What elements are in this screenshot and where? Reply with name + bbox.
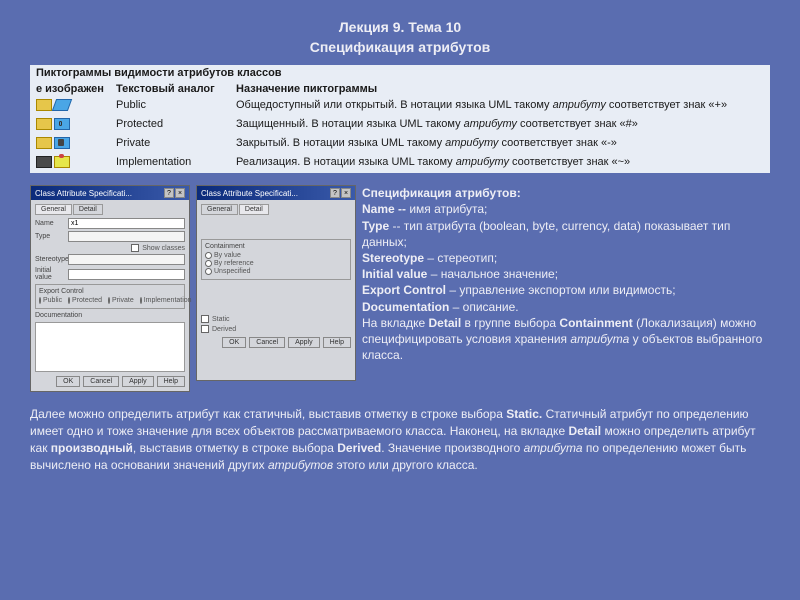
radio-byvalue[interactable] (205, 252, 212, 259)
th-purpose: Назначение пиктограммы (230, 81, 770, 97)
text-analog: Protected (110, 116, 230, 135)
tab-general[interactable]: General (201, 204, 238, 215)
show-classes-checkbox[interactable] (131, 244, 139, 252)
text-analog: Implementation (110, 154, 230, 173)
help-icon[interactable]: ? (164, 188, 174, 198)
close-icon[interactable]: × (175, 188, 185, 198)
purpose-cell: Реализация. В нотации языка UML такому а… (230, 154, 770, 173)
init-label: Initial value (35, 267, 65, 281)
derived-label: Derived (212, 326, 236, 333)
title-line: Спецификация атрибутов (30, 38, 770, 58)
apply-button[interactable]: Apply (288, 337, 320, 348)
text-analog: Public (110, 97, 230, 116)
documentation-label: Documentation (35, 312, 185, 319)
radio-byref[interactable] (205, 260, 212, 267)
dialog-detail: Class Attribute Specificati... ?× Genera… (196, 185, 356, 381)
export-control-group: Export Control Public Protected Private … (35, 284, 185, 309)
show-classes-label: Show classes (142, 245, 185, 252)
name-input[interactable] (68, 218, 185, 229)
cancel-button[interactable]: Cancel (249, 337, 285, 348)
dialog-general: Class Attribute Specificati... ?× Genera… (30, 185, 190, 392)
cancel-button[interactable]: Cancel (83, 376, 119, 387)
ok-button[interactable]: OK (56, 376, 80, 387)
lecture-line: Лекция 9. Тема 10 (30, 18, 770, 38)
derived-checkbox[interactable] (201, 325, 209, 333)
icon-private (30, 135, 110, 154)
name-label: Name (35, 220, 65, 227)
dialog-title: Class Attribute Specificati... (35, 189, 132, 198)
stereo-label: Stereotype (35, 256, 65, 263)
table-row: Private Закрытый. В нотации языка UML та… (30, 135, 770, 154)
tab-general[interactable]: General (35, 204, 72, 215)
radio-public[interactable] (39, 297, 41, 304)
visibility-table: Пиктограммы видимости атрибутов классов … (30, 65, 770, 173)
text-analog: Private (110, 135, 230, 154)
help-button[interactable]: Help (323, 337, 351, 348)
radio-private[interactable] (108, 297, 110, 304)
spec-text: Спецификация атрибутов: Name -- имя атри… (362, 185, 770, 363)
table-row: Protected Защищенный. В нотации языка UM… (30, 116, 770, 135)
bottom-paragraph: Далее можно определить атрибут как стати… (30, 406, 770, 473)
table-row: Public Общедоступный или открытый. В нот… (30, 97, 770, 116)
apply-button[interactable]: Apply (122, 376, 154, 387)
dialog-titlebar: Class Attribute Specificati... ?× (197, 186, 355, 200)
documentation-textarea[interactable] (35, 322, 185, 372)
page-header: Лекция 9. Тема 10 Спецификация атрибутов (30, 18, 770, 57)
containment-group: Containment By value By reference Unspec… (201, 239, 351, 280)
purpose-cell: Общедоступный или открытый. В нотации яз… (230, 97, 770, 116)
static-checkbox[interactable] (201, 315, 209, 323)
radio-impl[interactable] (140, 297, 142, 304)
help-icon[interactable]: ? (330, 188, 340, 198)
type-combo[interactable] (68, 231, 185, 242)
radio-unspec[interactable] (205, 268, 212, 275)
close-icon[interactable]: × (341, 188, 351, 198)
dialog-titlebar: Class Attribute Specificati... ?× (31, 186, 189, 200)
radio-protected[interactable] (68, 297, 70, 304)
ok-button[interactable]: OK (222, 337, 246, 348)
help-button[interactable]: Help (157, 376, 185, 387)
icon-protected (30, 116, 110, 135)
static-label: Static (212, 316, 230, 323)
tab-detail[interactable]: Detail (73, 204, 103, 215)
purpose-cell: Защищенный. В нотации языка UML такому а… (230, 116, 770, 135)
stereo-combo[interactable] (68, 254, 185, 265)
th-icon: е изображен (30, 81, 110, 97)
icon-public (30, 97, 110, 116)
init-input[interactable] (68, 269, 185, 280)
table-title: Пиктограммы видимости атрибутов классов (30, 65, 770, 81)
type-label: Type (35, 233, 65, 240)
table-row: Implementation Реализация. В нотации язы… (30, 154, 770, 173)
dialog-title: Class Attribute Specificati... (201, 189, 298, 198)
th-text-analog: Текстовый аналог (110, 81, 230, 97)
tab-detail[interactable]: Detail (239, 204, 269, 215)
icon-implementation (30, 154, 110, 173)
purpose-cell: Закрытый. В нотации языка UML такому атр… (230, 135, 770, 154)
